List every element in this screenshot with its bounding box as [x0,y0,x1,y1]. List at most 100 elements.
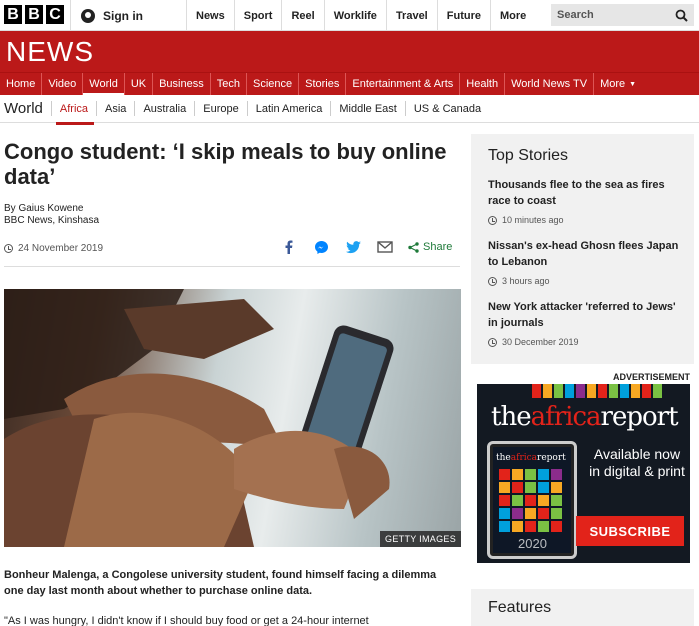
author-name: By Gaius Kowene [4,203,84,214]
article-intro: Bonheur Malenga, a Congolese university … [4,569,437,597]
ad-color-stripe [642,384,651,398]
features-title: Features [488,599,552,616]
nav-health[interactable]: Health [460,73,506,95]
nav-video[interactable]: Video [42,73,84,95]
caret-down-icon: ▼ [629,80,637,88]
ad-grid-tile [512,508,523,519]
nav-business[interactable]: Business [153,73,211,95]
search-icon[interactable] [675,9,688,22]
top-bar: B B C Sign in News Sport Reel Worklife T… [0,0,699,31]
nav-home[interactable]: Home [0,73,43,95]
ad-grid-tile [512,469,523,480]
nav-world-news-tv[interactable]: World News TV [505,73,595,95]
share-icon [408,241,419,253]
world-section-title[interactable]: World [0,100,51,117]
ad-grid-tile [499,508,510,519]
sign-in-button[interactable]: Sign in [70,0,184,31]
ad-tablet-grid [499,469,562,532]
ad-grid-tile [525,495,536,506]
subnav-africa[interactable]: Africa [50,101,96,125]
email-icon[interactable] [376,238,394,256]
bbc-logo[interactable]: B B C [4,5,64,24]
top-nav: News Sport Reel Worklife Travel Future M… [186,0,578,31]
top-nav-news[interactable]: News [186,0,234,31]
top-nav-travel[interactable]: Travel [385,0,437,31]
nav-world[interactable]: World [83,73,125,96]
ad-color-stripe [598,384,607,398]
ad-grid-tile [551,521,562,532]
nav-more-label: More [600,78,626,90]
subnav-europe[interactable]: Europe [194,101,246,116]
twitter-icon[interactable] [344,238,362,256]
ad-color-stripe [532,384,541,398]
top-nav-sport[interactable]: Sport [233,0,282,31]
ad-color-stripe [653,384,662,398]
news-banner: NEWS [0,31,699,72]
clock-icon [488,215,497,225]
nav-entertainment-arts[interactable]: Entertainment & Arts [346,73,461,95]
share-button[interactable]: Share [408,241,452,253]
article-headline: Congo student: ‘I skip meals to buy onli… [4,139,447,189]
subnav-latin-america[interactable]: Latin America [246,101,331,116]
ad-grid-tile [525,508,536,519]
top-nav-reel[interactable]: Reel [281,0,323,31]
ad-grid-tile [525,469,536,480]
ad-grid-tile [538,508,549,519]
bbc-logo-letter: C [46,5,64,24]
ad-grid-tile [551,508,562,519]
bbc-logo-letter: B [4,5,22,24]
top-story-time: 3 hours ago [488,276,683,286]
share-bar: Share [280,238,452,256]
ad-tablet-logo-pre: the [496,453,511,463]
nav-stories[interactable]: Stories [299,73,347,95]
nav-tech[interactable]: Tech [211,73,247,95]
sign-in-label: Sign in [103,8,143,23]
ad-tablet-logo: theafricareport [496,453,566,463]
news-logo[interactable]: NEWS [6,36,94,68]
article-date: 24 November 2019 [4,243,103,254]
ad-grid-tile [499,482,510,493]
ad-grid-tile [538,495,549,506]
ad-color-stripe [554,384,563,398]
clock-icon [488,337,497,347]
ad-brand-post: report [600,402,679,432]
top-story-item[interactable]: Thousands flee to the sea as fires race … [488,177,683,225]
article-date-text: 24 November 2019 [18,243,104,254]
top-story-item[interactable]: Nissan's ex-head Ghosn flees Japan to Le… [488,238,683,286]
article-paragraph: "As I was hungry, I didn't know if I sho… [4,615,369,626]
top-nav-worklife[interactable]: Worklife [323,0,386,31]
ad-brand-pre: the [491,402,532,432]
subscribe-button[interactable]: SUBSCRIBE [576,516,684,546]
ad-tagline: Available now in digital & print [589,446,685,479]
advertisement-banner[interactable]: theafricareport theafricareport 2020 Ava… [477,384,690,563]
messenger-icon[interactable] [312,238,330,256]
image-credit: GETTY IMAGES [380,531,461,547]
top-story-title[interactable]: Thousands flee to the sea as fires race … [488,177,683,209]
nav-science[interactable]: Science [247,73,300,95]
subnav-asia[interactable]: Asia [96,101,134,116]
top-story-title[interactable]: Nissan's ex-head Ghosn flees Japan to Le… [488,238,683,270]
top-nav-more-label: More [499,9,527,22]
article-hero-image: GETTY IMAGES [4,289,461,547]
subnav-australia[interactable]: Australia [134,101,194,116]
top-story-time-text: 30 December 2019 [502,337,579,347]
ad-color-stripe [587,384,596,398]
ad-color-stripe [565,384,574,398]
top-story-title[interactable]: New York attacker 'referred to Jews' in … [488,299,683,331]
nav-more[interactable]: More ▼ [594,73,642,95]
ad-tablet-logo-red: africa [510,453,538,463]
top-story-time-text: 10 minutes ago [502,215,564,225]
subnav-us-canada[interactable]: US & Canada [404,101,489,116]
search-input[interactable]: Search [551,4,694,26]
facebook-icon[interactable] [280,238,298,256]
nav-uk[interactable]: UK [125,73,154,95]
top-stories-title: Top Stories [488,147,569,164]
top-story-time: 30 December 2019 [488,337,683,347]
ad-tablet-image: theafricareport 2020 [487,441,577,559]
advertisement-label: ADVERTISEMENT [612,372,690,382]
top-nav-future[interactable]: Future [436,0,490,31]
subnav-middle-east[interactable]: Middle East [330,101,404,116]
ad-grid-tile [538,482,549,493]
top-story-item[interactable]: New York attacker 'referred to Jews' in … [488,299,683,347]
ad-brand-red: africa [530,402,602,432]
